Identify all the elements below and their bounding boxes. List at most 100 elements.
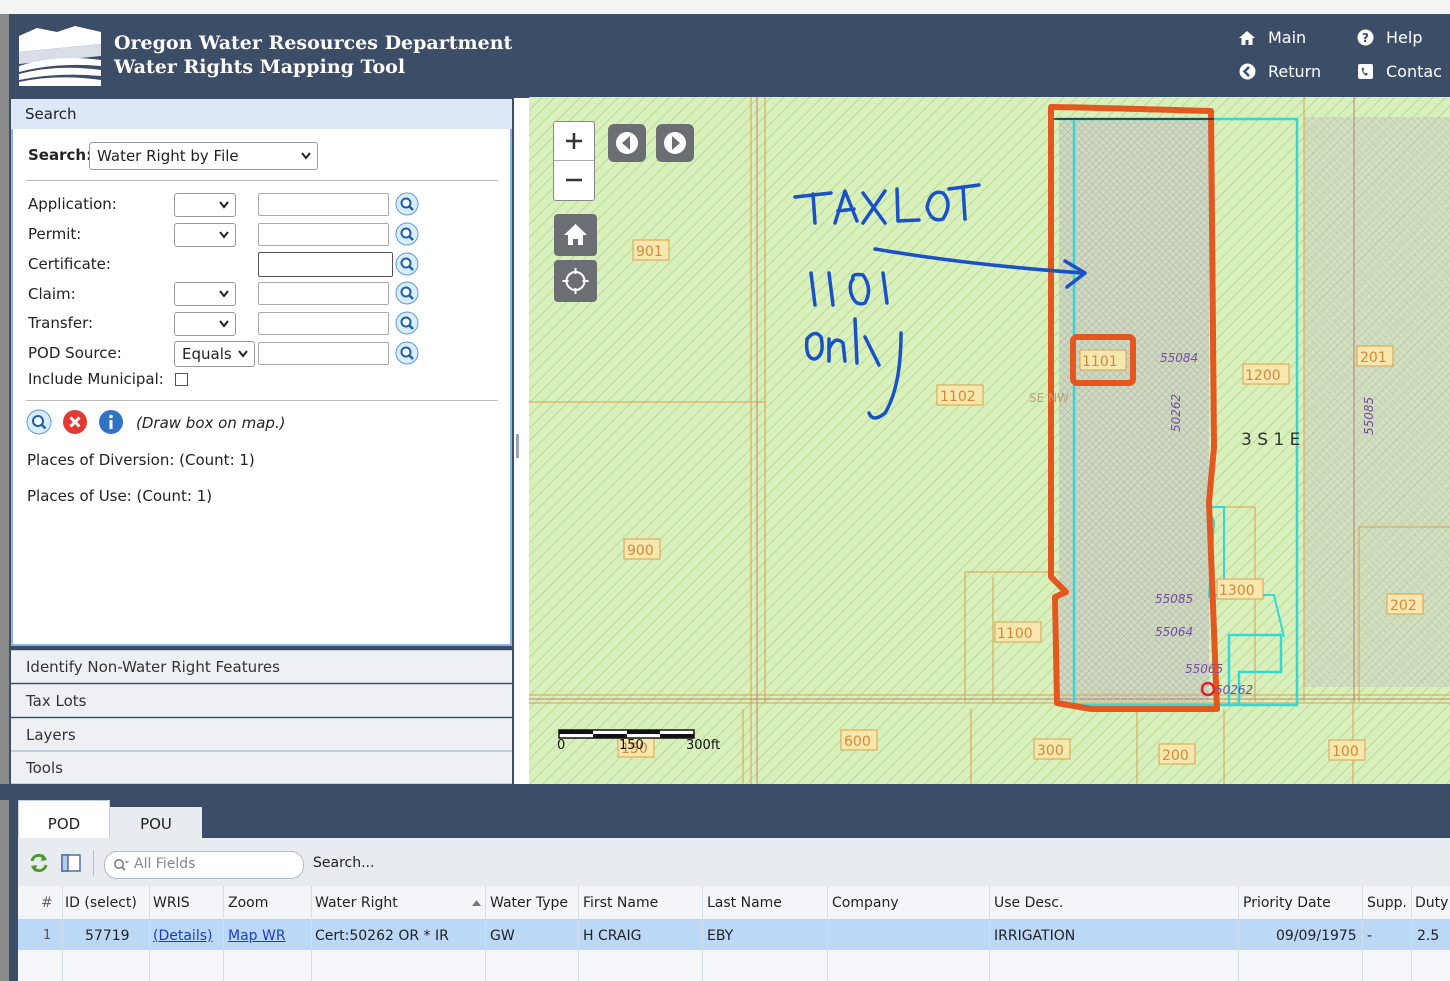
col-header-last-name[interactable]: Last Name [707,895,782,911]
accordion-tax-lots-label: Tax Lots [26,692,87,710]
lot-label-300: 300 [1037,743,1064,759]
lot-label-900: 900 [627,543,654,559]
pod-source-search-icon[interactable] [395,341,419,365]
col-header-priority-date[interactable]: Priority Date [1243,895,1331,911]
cell-priority-date: 09/09/1975 [1276,928,1357,944]
cell-index: 1 [43,928,52,943]
accordion-tax-lots[interactable]: Tax Lots [11,684,512,717]
chevron-down-icon [301,152,311,160]
search-type-select[interactable]: Water Right by File [89,142,318,170]
info-icon[interactable] [98,409,124,435]
search-type-label: Search: [28,146,93,164]
nav-contact[interactable]: Contac [1356,62,1442,81]
accordion-layers-label: Layers [26,726,76,744]
col-header-first-name[interactable]: First Name [583,895,658,911]
nav-help[interactable]: ? Help [1356,28,1422,47]
application-input[interactable] [258,193,389,216]
col-header-wris[interactable]: WRIS [153,895,190,911]
cell-use-desc: IRRIGATION [994,928,1076,944]
pod-source-input[interactable] [258,342,389,365]
col-header-duty[interactable]: Duty [1415,895,1448,911]
zoom-in-button[interactable] [554,122,594,161]
draw-search-icon[interactable] [26,409,52,435]
claim-operator-select[interactable] [174,282,236,306]
table-row-empty [18,950,1450,981]
lot-label-202: 202 [1390,598,1417,614]
previous-extent-button[interactable] [608,124,646,162]
lot-label-1200: 1200 [1245,368,1281,384]
cell-id[interactable]: 57719 [85,928,130,944]
zoom-control [553,121,595,201]
permit-input[interactable] [258,223,389,246]
columns-icon[interactable] [61,854,81,872]
lot-label-1102: 1102 [940,389,976,405]
transfer-operator-select[interactable] [174,312,236,336]
transfer-input[interactable] [258,312,389,335]
permit-operator-select[interactable] [174,223,236,247]
certificate-search-icon[interactable] [395,252,419,276]
next-extent-button[interactable] [656,124,694,162]
certificate-input[interactable] [258,252,393,277]
col-header-supp[interactable]: Supp. [1367,895,1407,911]
accordion-layers[interactable]: Layers [11,718,512,751]
col-header-zoom[interactable]: Zoom [228,895,268,911]
search-panel-header[interactable]: Search [11,99,512,130]
scale-mid: 150 [619,738,644,753]
locate-button[interactable] [554,260,597,302]
claim-search-icon[interactable] [395,281,419,305]
accordion-identify[interactable]: Identify Non-Water Right Features [11,650,512,683]
col-header-company[interactable]: Company [832,895,899,911]
col-header-index: # [41,895,53,911]
col-header-use-desc[interactable]: Use Desc. [994,895,1063,911]
nav-return[interactable]: Return [1238,62,1321,81]
col-sep [1362,886,1363,981]
home-extent-button[interactable] [554,214,597,256]
permit-search-icon[interactable] [395,222,419,246]
pod-source-label: POD Source: [28,344,122,362]
details-link[interactable]: (Details) [153,928,212,944]
accordion-tools[interactable]: Tools [11,751,512,784]
transfer-label: Transfer: [28,314,94,332]
nav-main[interactable]: Main [1238,28,1306,47]
refresh-icon[interactable] [28,852,50,874]
nav-return-label: Return [1268,62,1322,81]
include-municipal-checkbox[interactable] [175,373,188,386]
map-canvas[interactable]: 901 1102 1101 1200 201 900 1100 1300 202… [529,97,1450,784]
lot-label-1100: 1100 [997,626,1033,642]
pou-count-link[interactable]: Places of Use: (Count: 1) [27,487,212,505]
app-header: Oregon Water Resources Department Water … [9,14,1450,98]
divider [26,400,498,401]
cell-water-right: Cert:50262 OR * IR [315,928,449,944]
application-search-icon[interactable] [395,192,419,216]
search-type-value: Water Right by File [97,147,239,165]
annotation-text-0: TAX LOT [790,190,949,234]
pod-source-operator-select[interactable]: Equals [174,341,255,367]
claim-input[interactable] [258,282,389,305]
panel-splitter[interactable] [516,434,519,458]
map-wr-link[interactable]: Map WR [228,928,286,944]
col-header-id[interactable]: ID (select) [65,895,137,911]
transfer-search-icon[interactable] [395,311,419,335]
owrd-logo [17,22,103,90]
zoom-out-button[interactable] [554,161,594,199]
clear-x-icon[interactable] [62,409,88,435]
divider [26,180,498,181]
tab-pod[interactable]: POD [18,800,110,839]
pod-count-link[interactable]: Places of Diversion: (Count: 1) [27,451,255,469]
arrow-right-icon [664,132,686,154]
col-header-water-right[interactable]: Water Right [315,895,398,911]
scale-end: 300ft [686,738,720,753]
tab-pou[interactable]: POU [110,807,202,838]
application-label: Application: [28,195,117,213]
feature-number-55065: 55065 [1185,662,1223,676]
lot-label-201: 201 [1360,350,1387,366]
application-operator-select[interactable] [174,193,236,217]
col-sep [311,886,312,981]
lot-label-1101: 1101 [1082,354,1118,370]
app-title: Oregon Water Resources Department Water … [114,31,512,79]
grid-search-input[interactable]: All Fields [104,851,304,879]
map-view[interactable]: 901 1102 1101 1200 201 900 1100 1300 202… [529,97,1450,784]
question-circle-icon: ? [1356,29,1374,47]
col-header-water-type[interactable]: Water Type [490,895,568,911]
feature-number-55085: 55085 [1155,592,1193,606]
